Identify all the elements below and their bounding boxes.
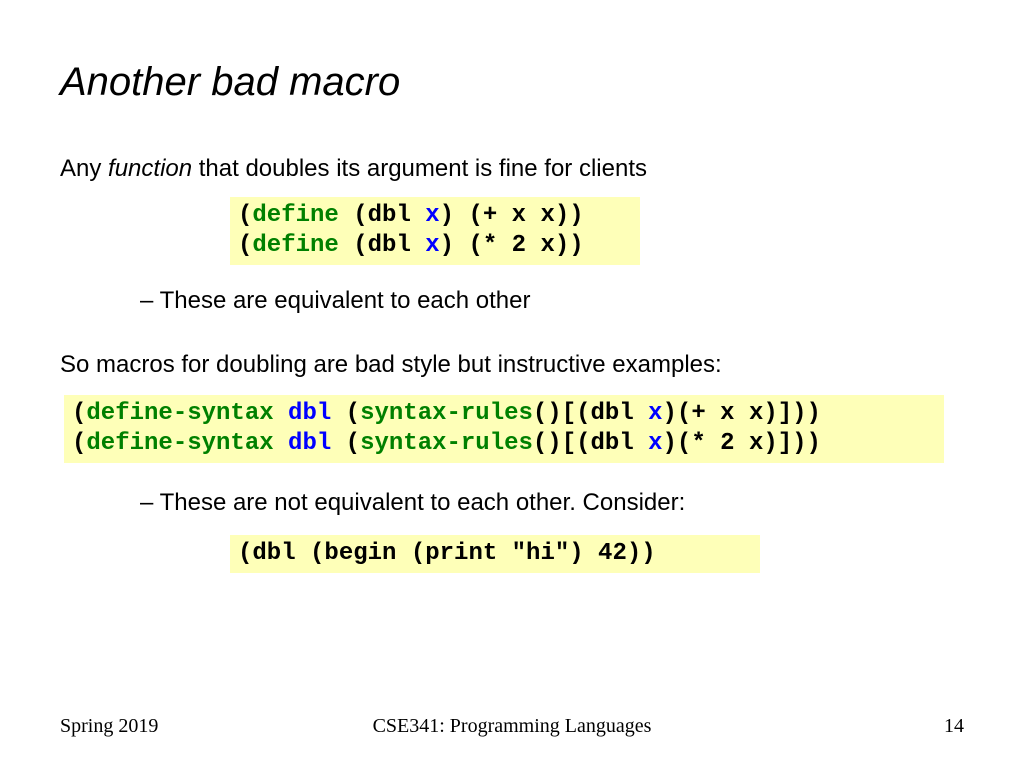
c1-l2-x: x	[425, 232, 439, 259]
bullet-not-equivalent: – These are not equivalent to each other…	[140, 489, 964, 517]
c2-l2-defsyn: define-syntax	[86, 430, 273, 457]
c2-l2-sp1	[274, 430, 288, 457]
bullet2-text: – These are not equivalent to each other…	[140, 489, 685, 516]
code-block-macros: (define-syntax dbl (syntax-rules()[(dbl …	[64, 395, 944, 463]
c2-l1-p3: )(+ x x)]))	[663, 400, 821, 427]
c2-l1-p1: (	[72, 400, 86, 427]
intro-text: Any function that doubles its argument i…	[60, 155, 964, 183]
c1-l2-define: define	[252, 232, 338, 259]
bullet1-text: – These are equivalent to each other	[140, 287, 531, 314]
footer-center: CSE341: Programming Languages	[373, 715, 652, 738]
intro-function-word: function	[108, 155, 192, 182]
bullet-equivalent: – These are equivalent to each other	[140, 287, 964, 315]
c1-l1-x: x	[425, 202, 439, 229]
slide-title: Another bad macro	[60, 60, 964, 105]
c2-l2-p3: )(* 2 x)]))	[663, 430, 821, 457]
c2-l1-p2: ()[(dbl	[533, 400, 648, 427]
c2-l2-x: x	[648, 430, 662, 457]
c2-l1-sp1	[274, 400, 288, 427]
c2-l1-dbl: dbl	[288, 400, 331, 427]
c2-l1-x: x	[648, 400, 662, 427]
c2-l2-p1: (	[72, 430, 86, 457]
c2-l1-defsyn: define-syntax	[86, 400, 273, 427]
c2-l2-sp2: (	[331, 430, 360, 457]
c2-l1-sp2: (	[331, 400, 360, 427]
c1-l2-p2: (dbl	[339, 232, 425, 259]
c1-l2-p3: ) (* 2 x))	[440, 232, 584, 259]
c1-l1-p2: (dbl	[339, 202, 425, 229]
c2-l1-synrules: syntax-rules	[360, 400, 533, 427]
c1-l1-define: define	[252, 202, 338, 229]
slide-footer: Spring 2019 CSE341: Programming Language…	[0, 715, 1024, 738]
footer-page-number: 14	[944, 715, 964, 738]
c3-l1: (dbl (begin (print "hi") 42))	[238, 540, 656, 567]
intro-suffix: that doubles its argument is fine for cl…	[192, 155, 647, 182]
footer-left: Spring 2019	[60, 715, 158, 738]
para-macros: So macros for doubling are bad style but…	[60, 351, 964, 379]
c1-l1-p3: ) (+ x x))	[440, 202, 584, 229]
c1-l2-p1: (	[238, 232, 252, 259]
code-block-functions: (define (dbl x) (+ x x)) (define (dbl x)…	[230, 197, 640, 265]
slide: Another bad macro Any function that doub…	[0, 0, 1024, 768]
code-block-example: (dbl (begin (print "hi") 42))	[230, 535, 760, 573]
c2-l2-dbl: dbl	[288, 430, 331, 457]
intro-prefix: Any	[60, 155, 108, 182]
c2-l2-synrules: syntax-rules	[360, 430, 533, 457]
c2-l2-p2: ()[(dbl	[533, 430, 648, 457]
c1-l1-p1: (	[238, 202, 252, 229]
